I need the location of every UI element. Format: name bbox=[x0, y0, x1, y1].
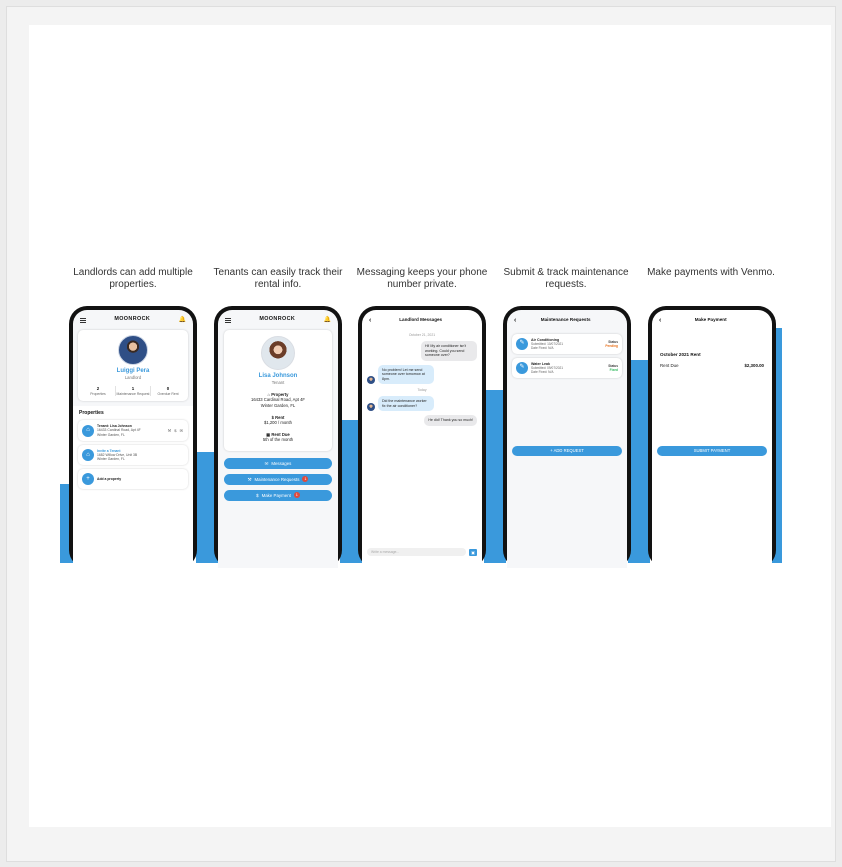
landlord-screen: MOONROCK 🔔 Luiggi Pera Landlord 2 Propert… bbox=[73, 310, 193, 568]
date-separator: October 21, 2021 bbox=[408, 333, 436, 337]
add-request-button[interactable]: + ADD REQUEST bbox=[512, 446, 622, 456]
phone-landlord: MOONROCK 🔔 Luiggi Pera Landlord 2 Propert… bbox=[69, 306, 197, 568]
wrench-icon: ⚒ bbox=[247, 476, 252, 482]
back-arrow-icon[interactable]: ‹ bbox=[514, 317, 516, 324]
stat-properties[interactable]: 2 Properties bbox=[81, 386, 115, 396]
maintenance-screen: ‹ Maintenance Requests ✎ Air Conditionin… bbox=[507, 310, 627, 568]
caption-maintenance: Submit & track maintenance requests. bbox=[503, 267, 629, 290]
page-title: Landlord Messages bbox=[399, 317, 443, 323]
menu-icon[interactable] bbox=[225, 317, 231, 323]
messages-screen: ‹ Landlord Messages October 21, 2021 Hi!… bbox=[362, 310, 482, 568]
back-arrow-icon[interactable]: ‹ bbox=[659, 317, 661, 324]
top-bar: MOONROCK 🔔 bbox=[218, 310, 338, 330]
top-bar: ‹ Make Payment bbox=[652, 310, 772, 330]
status-badge: Pending bbox=[605, 344, 618, 348]
tenant-screen: MOONROCK 🔔 Lisa Johnson Tenant ⌂ Propert… bbox=[218, 310, 338, 568]
phone-messages: ‹ Landlord Messages October 21, 2021 Hi!… bbox=[358, 306, 486, 568]
property-card[interactable]: ⌂ Invite a Tenant 1682 Willow Drive, Uni… bbox=[78, 444, 188, 466]
message-bubble: Hi! My air conditioner isn't working. Co… bbox=[421, 341, 477, 361]
caption-tenants: Tenants can easily track their rental in… bbox=[213, 267, 343, 290]
maintenance-request-card[interactable]: ✎ Air Conditioning Submitted: 10/07/2021 D… bbox=[512, 334, 622, 354]
bell-icon[interactable]: 🔔 bbox=[179, 317, 186, 323]
rent-due-row: Rent Due $2,300.00 bbox=[652, 363, 772, 368]
message-bubble: He did! Thank you so much! bbox=[424, 415, 477, 426]
message-icon: ✉ bbox=[264, 460, 269, 466]
notification-badge: 1 bbox=[302, 476, 309, 483]
blue-stripe bbox=[628, 360, 650, 563]
profile-card: Luiggi Pera Landlord 2 Properties 1 Mainte… bbox=[78, 330, 188, 401]
landlord-role: Landlord bbox=[124, 375, 142, 380]
wrench-icon: ✎ bbox=[516, 362, 528, 374]
rent-due-label: Rent Due bbox=[660, 363, 679, 369]
message-bubble: Did the maintenance worker fix the air c… bbox=[378, 396, 434, 412]
phone-payment: ‹ Make Payment October 2021 Rent Rent Du… bbox=[648, 306, 776, 568]
plus-icon: + bbox=[82, 473, 94, 486]
home-icon: ⌂ bbox=[82, 449, 94, 462]
image-icon[interactable]: ▣ bbox=[469, 548, 477, 556]
submit-payment-button[interactable]: SUBMIT PAYMENT bbox=[657, 446, 767, 456]
avatar bbox=[367, 376, 375, 385]
avatar bbox=[367, 403, 375, 412]
messages-button[interactable]: ✉ Messages bbox=[224, 457, 332, 469]
message-row: He did! Thank you so much! bbox=[362, 415, 482, 426]
top-bar: ‹ Landlord Messages bbox=[362, 310, 482, 330]
caption-landlords: Landlords can add multiple properties. bbox=[73, 267, 193, 290]
page-title: Maintenance Requests bbox=[540, 317, 591, 323]
stat-overdue[interactable]: 0 Overdue Rent bbox=[150, 386, 185, 396]
dollar-icon: $ bbox=[256, 492, 259, 498]
bell-icon[interactable]: 🔔 bbox=[324, 317, 331, 323]
brand-logo: MOONROCK bbox=[259, 316, 296, 323]
payment-heading: October 2021 Rent bbox=[660, 352, 701, 357]
message-input[interactable]: Write a message... bbox=[367, 548, 466, 556]
status-badge: Fixed bbox=[609, 368, 618, 372]
message-row: Hi! My air conditioner isn't working. Co… bbox=[362, 341, 482, 361]
top-bar: MOONROCK 🔔 bbox=[73, 310, 193, 330]
compose-bar: Write a message... ▣ bbox=[367, 548, 477, 556]
avatar bbox=[118, 335, 148, 365]
phone-maintenance: ‹ Maintenance Requests ✎ Air Conditionin… bbox=[503, 306, 631, 568]
stat-maintenance[interactable]: 1 Maintenance Request bbox=[115, 386, 150, 396]
maintenance-requests-button[interactable]: ⚒ Maintenance Requests 1 bbox=[224, 473, 332, 485]
tenant-card: Lisa Johnson Tenant ⌂ Property 16433 Car… bbox=[224, 330, 332, 451]
home-icon: ⌂ bbox=[82, 424, 94, 437]
message-row: Did the maintenance worker fix the air c… bbox=[362, 396, 482, 412]
message-row: No problem! Let me send someone over tom… bbox=[362, 364, 482, 385]
brand-logo: MOONROCK bbox=[114, 316, 151, 323]
wrench-icon: ✎ bbox=[516, 338, 528, 350]
rent-due-amount: $2,300.00 bbox=[744, 363, 764, 369]
properties-heading: Properties bbox=[79, 410, 104, 416]
date-separator: Today bbox=[417, 388, 427, 393]
message-bubble: No problem! Let me send someone over tom… bbox=[378, 364, 434, 385]
stats-row: 2 Properties 1 Maintenance Request 0 Overdu… bbox=[81, 386, 185, 396]
avatar bbox=[261, 336, 295, 370]
payment-screen: ‹ Make Payment October 2021 Rent Rent Du… bbox=[652, 310, 772, 568]
phone-tenant: MOONROCK 🔔 Lisa Johnson Tenant ⌂ Propert… bbox=[214, 306, 342, 568]
notification-badge: 1 bbox=[293, 492, 300, 499]
menu-icon[interactable] bbox=[80, 317, 86, 323]
caption-messaging: Messaging keeps your phone number privat… bbox=[356, 267, 488, 290]
property-card[interactable]: ⌂ Tenant: Lisa Johnson 16433 Cardinal Ro… bbox=[78, 420, 188, 441]
tenant-name: Lisa Johnson bbox=[258, 373, 298, 379]
tenant-role: Tenant bbox=[271, 380, 285, 385]
landlord-name: Luiggi Pera bbox=[116, 368, 150, 374]
back-arrow-icon[interactable]: ‹ bbox=[369, 317, 371, 324]
action-icons[interactable]: ⚒ $ ✉ bbox=[168, 428, 184, 433]
make-payment-button[interactable]: $ Make Payment 1 bbox=[224, 489, 332, 501]
caption-payments: Make payments with Venmo. bbox=[647, 267, 775, 278]
top-bar: ‹ Maintenance Requests bbox=[507, 310, 627, 330]
page-title: Make Payment bbox=[694, 317, 727, 323]
maintenance-request-card[interactable]: ✎ Water Leak Submitted: 09/07/2021 Date Fi… bbox=[512, 358, 622, 378]
add-property-button[interactable]: + Add a property bbox=[78, 469, 188, 490]
